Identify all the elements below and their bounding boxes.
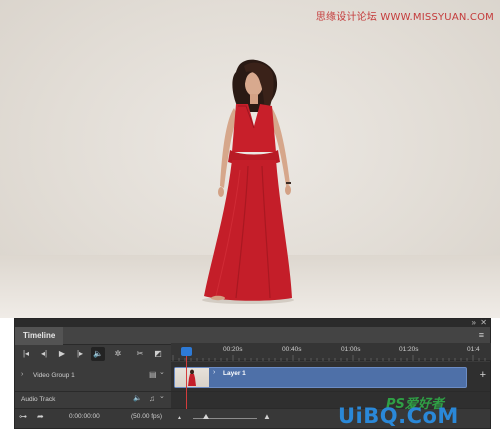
frame-rate: (50.00 fps)	[131, 413, 163, 420]
speaker-icon[interactable]: 🔈	[133, 394, 142, 402]
panel-title-strip: » ✕	[15, 318, 490, 327]
video-group-track: › Video Group 1 ▤ ⌄ › Layer 1 +	[15, 362, 490, 392]
chevron-down-icon[interactable]: ⌄	[159, 392, 165, 400]
ruler-ticks	[172, 355, 486, 361]
audio-track-name: Audio Track	[21, 396, 56, 403]
ruler-label: 01:4	[467, 346, 480, 353]
watermark-brand: UiBQ.CoM	[338, 404, 459, 428]
scissors-icon: ✂	[136, 349, 144, 358]
settings-button[interactable]: ✲	[111, 347, 125, 361]
ruler-label: 01:20s	[399, 346, 419, 353]
close-icon[interactable]: ✕	[480, 318, 487, 327]
video-group-header: › Video Group 1 ▤ ⌄	[15, 362, 171, 391]
add-media-button[interactable]: +	[480, 369, 486, 381]
tab-timeline[interactable]: Timeline	[15, 327, 64, 345]
clip-label: Layer 1	[223, 370, 246, 377]
speaker-icon: 🔈	[93, 349, 103, 358]
play-icon: ▶	[58, 349, 66, 358]
audio-track-header: Audio Track 🔈 ♫ ⌄	[15, 392, 171, 408]
gear-icon: ✲	[114, 349, 122, 358]
document-canvas: 思缘设计论坛 WWW.MISSYUAN.COM	[0, 0, 500, 318]
first-frame-button[interactable]: |◂	[19, 347, 33, 361]
music-note-icon[interactable]: ♫	[149, 394, 155, 403]
render-video-icon[interactable]: ⊶	[19, 412, 27, 421]
transition-icon: ◩	[154, 349, 162, 358]
transport-controls: |◂ ◂| ▶ |▸ 🔈 ✲ ✂ ◩	[15, 347, 171, 361]
ruler-label: 01:00s	[341, 346, 361, 353]
next-frame-icon: |▸	[76, 349, 84, 358]
zoom-out-icon[interactable]: ▲	[177, 415, 182, 421]
chevron-down-icon[interactable]: ⌄	[159, 368, 165, 376]
transition-button[interactable]: ◩	[151, 347, 165, 361]
collapse-icon[interactable]: »	[472, 318, 476, 327]
expand-chevron-icon[interactable]: ›	[21, 371, 23, 378]
woman-in-red-dress-photo	[202, 59, 294, 304]
previous-frame-button[interactable]: ◂|	[37, 347, 51, 361]
clip-thumbnail	[175, 368, 209, 387]
play-button[interactable]: ▶	[55, 347, 69, 361]
clip-chevron-icon[interactable]: ›	[213, 369, 215, 376]
film-strip-icon[interactable]: ▤	[149, 370, 157, 379]
panel-menu-icon[interactable]: ≡	[479, 330, 484, 340]
zoom-slider-knob[interactable]	[203, 414, 209, 419]
playhead-handle[interactable]	[181, 347, 192, 356]
next-frame-button[interactable]: |▸	[73, 347, 87, 361]
watermark-top: 思缘设计论坛 WWW.MISSYUAN.COM	[315, 12, 494, 23]
split-at-playhead-button[interactable]: ✂	[133, 347, 147, 361]
video-group-name: Video Group 1	[33, 372, 75, 379]
clip-thumbnail-figure	[188, 369, 196, 386]
zoom-in-icon[interactable]: ▲	[263, 412, 271, 421]
previous-frame-icon: ◂|	[40, 349, 48, 358]
convert-icon[interactable]: ➦	[37, 412, 44, 421]
ruler-label: 00:20s	[223, 346, 243, 353]
ruler-label: 00:40s	[282, 346, 302, 353]
layer-clip[interactable]: › Layer 1	[174, 367, 467, 388]
current-timecode[interactable]: 0:00:00:00	[69, 413, 100, 420]
mute-audio-button[interactable]: 🔈	[91, 347, 105, 361]
watermark-bottom: PS爱好者 UiBQ.CoM	[338, 396, 498, 430]
time-ruler[interactable]: 00:20s 00:40s 01:00s 01:20s 01:4	[171, 343, 491, 361]
first-frame-icon: |◂	[22, 349, 30, 358]
